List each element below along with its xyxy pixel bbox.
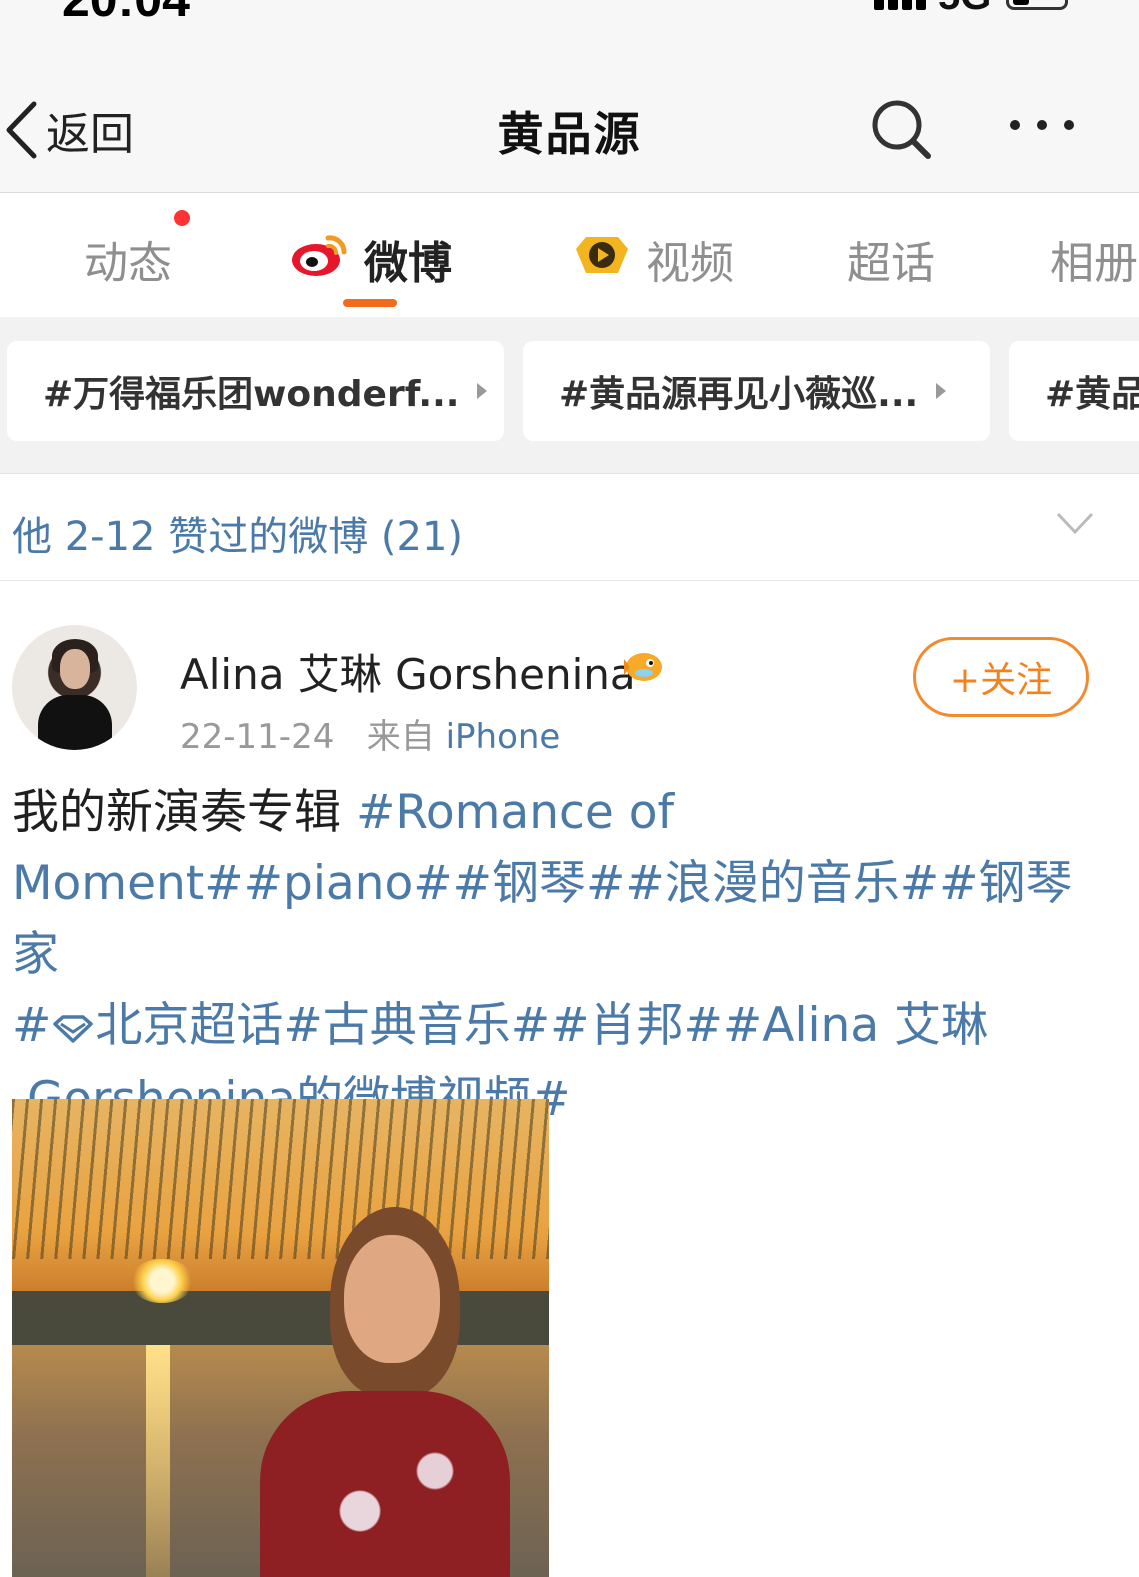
hashtag-link[interactable]: Moment##piano##钢琴##浪漫的音乐##钢琴家 bbox=[12, 856, 1073, 982]
tab-label: 动态 bbox=[84, 238, 172, 289]
play-arrow-icon bbox=[477, 383, 488, 399]
tab-label: 视频 bbox=[646, 238, 734, 289]
hashtag-link[interactable]: #Romance of bbox=[356, 785, 674, 840]
status-time: 20:04 bbox=[62, 0, 190, 28]
notification-dot bbox=[174, 210, 190, 226]
post-source[interactable]: iPhone bbox=[446, 717, 561, 757]
post-body-text: 我的新演奏专辑 bbox=[12, 785, 356, 840]
battery-icon bbox=[1006, 0, 1068, 10]
tab-label: 超话 bbox=[847, 238, 935, 289]
video-play-icon bbox=[572, 229, 632, 290]
weibo-logo-icon bbox=[290, 230, 350, 289]
liked-posts-header[interactable]: 他 2-12 赞过的微博 (21) bbox=[0, 474, 1139, 581]
play-arrow-icon bbox=[936, 383, 947, 399]
signal-icon bbox=[874, 0, 934, 10]
tab-label: 微博 bbox=[364, 238, 452, 289]
nav-bar: 返回 黄品源 bbox=[0, 30, 1139, 193]
status-bar: 20:04 5G bbox=[0, 0, 1139, 30]
profile-tabs: 动态 微博 视频 超话 相册 bbox=[0, 193, 1139, 317]
weibo-post: Alina 艾琳 Gorshenina 22-11-24 来自 iPhone +… bbox=[0, 581, 1139, 1577]
topic-card[interactable]: #黄品源再见小薇巡... bbox=[523, 341, 990, 441]
network-label: 5G bbox=[938, 0, 991, 19]
super-topic-link[interactable]: 北京超话#古典音乐##肖邦##Alina 艾琳 bbox=[95, 998, 988, 1053]
author-name[interactable]: Alina 艾琳 Gorshenina bbox=[180, 641, 636, 702]
tab-weibo[interactable]: 微博 bbox=[290, 227, 452, 291]
topic-strip: #万得福乐团wonderf... #黄品源再见小薇巡... #黄品 bbox=[0, 317, 1139, 474]
topic-card[interactable]: #万得福乐团wonderf... bbox=[7, 341, 504, 441]
tab-label: 相册 bbox=[1050, 238, 1138, 289]
tab-video[interactable]: 视频 bbox=[572, 227, 734, 291]
tab-dynamics[interactable]: 动态 bbox=[84, 227, 172, 291]
topic-label: #万得福乐团wonderf... bbox=[43, 374, 460, 415]
tab-album[interactable]: 相册 bbox=[1050, 227, 1138, 291]
post-text: 我的新演奏专辑 #Romance of Moment##piano##钢琴##浪… bbox=[12, 777, 1112, 1135]
active-tab-indicator bbox=[343, 299, 397, 307]
tab-super-topic[interactable]: 超话 bbox=[847, 227, 935, 291]
topic-label: #黄品 bbox=[1045, 374, 1139, 415]
liked-posts-label: 他 2-12 赞过的微博 (21) bbox=[12, 514, 464, 560]
chevron-down-icon[interactable] bbox=[1056, 510, 1094, 540]
topic-card[interactable]: #黄品 bbox=[1009, 341, 1139, 441]
post-date: 22-11-24 bbox=[180, 717, 335, 757]
follow-button[interactable]: +关注 bbox=[913, 637, 1089, 717]
more-icon[interactable] bbox=[1008, 116, 1078, 136]
hashtag-link[interactable]: # bbox=[12, 998, 51, 1053]
topic-label: #黄品源再见小薇巡... bbox=[559, 374, 919, 415]
page-title: 黄品源 bbox=[497, 107, 642, 161]
diamond-icon bbox=[51, 993, 95, 1064]
search-icon[interactable] bbox=[870, 98, 932, 164]
fish-badge-icon bbox=[620, 645, 666, 689]
post-meta: 22-11-24 来自 iPhone bbox=[180, 709, 560, 758]
source-prefix: 来自 bbox=[366, 717, 435, 757]
post-image[interactable] bbox=[12, 1099, 549, 1577]
weibo-profile-page: 20:04 5G 返回 黄品源 动态 bbox=[0, 0, 1139, 1577]
avatar[interactable] bbox=[12, 625, 137, 750]
